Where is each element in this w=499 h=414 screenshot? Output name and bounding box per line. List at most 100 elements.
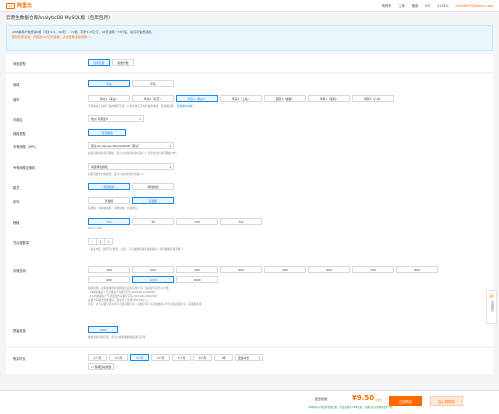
duration-section: 购买时长 1个月 2个月 3个月 4个月 5个月 6个月 1年 更多时长 ▾ ☐… (6, 348, 493, 374)
storage-option-900[interactable]: 900 (88, 276, 130, 283)
region-chengdu-option[interactable]: 西南1（成都） (264, 95, 306, 102)
series-basic-option[interactable]: 基础版 (132, 197, 174, 204)
minus-icon[interactable]: − (89, 239, 96, 244)
storage-option-2000[interactable]: 2000 (176, 276, 218, 283)
region-north-option[interactable]: 华北 (88, 80, 130, 87)
billing-section: 商品类型 包年包月 按量付费 (6, 54, 493, 72)
series-label: 系列 (13, 200, 20, 204)
storage-option-300[interactable]: 300 (176, 266, 218, 273)
series-performance-option[interactable]: 高性能 (88, 197, 130, 204)
vswitch-select[interactable]: 请选择交换机 ▾ (88, 163, 174, 170)
storage-option-600[interactable]: 600 (308, 266, 350, 273)
chevron-down-icon: ▾ (139, 116, 141, 121)
aliyun-logo-icon: (-) (6, 2, 15, 9)
top-bar: (-) 阿里云 购物车 工单 备案 ICP $138% a13586***@al… (0, 0, 499, 12)
duration-4-month[interactable]: 4个月 (151, 354, 170, 361)
region-hint: 不同地域之间的产品内网不互通，订单生效后不支持更换地域，请谨慎选择。 查看我的地… (88, 104, 193, 108)
promo-notice: ADB新用户免费领6核（可扩1.5，10天），72核（可扩1.0元/元，16天试… (6, 25, 493, 51)
region-shanghai-option[interactable]: 华东2（上海） (220, 95, 262, 102)
duration-label: 购买时长 (13, 357, 26, 361)
vswitch-label: 专有网络交换机 (13, 166, 36, 170)
region-hint-text: 不同地域之间的产品内网不互通，订单生效后不支持更换地域，请谨慎选择。 (88, 105, 177, 108)
checkbox-icon: ☐ (91, 364, 94, 369)
chevron-down-icon: ▾ (169, 164, 171, 169)
aliyun-logo[interactable]: (-) 阿里云 (6, 2, 32, 9)
billing-label: 商品类型 (13, 62, 26, 66)
chat-icon: ✉ (489, 294, 494, 300)
top-nav: 购物车 工单 备案 ICP $138% a13586***@aliyun.com (382, 3, 493, 9)
storage-option-800[interactable]: 800 (396, 266, 438, 273)
duration-1-month[interactable]: 1个月 (88, 354, 107, 361)
vpc-hint: 如需创建新的专有网络，您可以前往控制台创建>> 当前仅支持专有网络VPC。 (88, 152, 179, 155)
duration-1-year[interactable]: 1年 (214, 354, 233, 361)
billing-payg-option[interactable]: 按量付费 (112, 59, 134, 66)
spec-label: 规格 (13, 221, 20, 225)
storage-option-100[interactable]: 100 (88, 266, 130, 273)
autorenew-label: 到期自动续费 (94, 364, 112, 369)
autorenew-checkbox[interactable]: ☐ 到期自动续费 (88, 363, 115, 370)
mode-elastic-option[interactable]: 弹性模式 (132, 183, 174, 190)
spec-t52-option[interactable]: T52 (220, 218, 262, 225)
page-title: 云原生数据仓库AnalyticDB MySQL版（包年包月） (6, 16, 113, 21)
mode-reserved-option[interactable]: 预留模式 (88, 183, 130, 190)
backup-option-1000[interactable]: 1000 (88, 326, 118, 333)
notice-line-2[interactable]: 限时优惠活动：开通送100元代金券，点击查看活动详情>> (12, 35, 487, 40)
duration-2-month[interactable]: 2个月 (109, 354, 128, 361)
node-stepper[interactable]: − 1 + (88, 238, 113, 245)
node-value[interactable]: 1 (96, 239, 105, 244)
node-label: 节点组数量 (13, 241, 29, 245)
zone-select[interactable]: 杭州 可用区H ▾ (88, 115, 144, 122)
mode-label: 模式 (13, 186, 20, 190)
advice-label: 咨询建议 (490, 301, 494, 312)
region-hint-link[interactable]: 查看我的地域 (177, 105, 193, 108)
storage-option-400[interactable]: 400 (220, 266, 262, 273)
vswitch-hint: 如需创建新的交换机，您可以前往控制台创建>> (88, 173, 145, 176)
storage-option-700[interactable]: 700 (352, 266, 394, 273)
network-label: 网络类型 (13, 132, 26, 136)
storage-option-200[interactable]: 200 (132, 266, 174, 273)
price-note: ADB体验与测试时免费试用，详情请参考 ADB文档，开通后可以免费享受1个月。 (308, 406, 395, 409)
region-label: 地域 (13, 83, 20, 87)
spec-t8-option[interactable]: T8 (132, 218, 174, 225)
spec-hint: C8N 1.5GB (88, 227, 103, 230)
network-vpc-option[interactable]: 专有网络 (88, 129, 126, 136)
vpc-label: 专有网络（VPC） (13, 145, 39, 149)
billing-subscription-option[interactable]: 包年包月 (88, 59, 110, 66)
storage-label: 存储空间 (13, 269, 26, 273)
advice-float-widget[interactable]: ✉ 咨询建议 (486, 290, 497, 324)
spec-t32-option[interactable]: T32 (88, 218, 130, 225)
duration-more-select[interactable]: 更多时长 ▾ (235, 354, 263, 361)
chevron-down-icon: ▾ (169, 143, 171, 148)
duration-3-month[interactable]: 3个月 (130, 354, 149, 361)
vpc-value: 默认vpc-bp1vpcl6xp3sz9k0t（默认） (91, 143, 142, 148)
duration-6-month[interactable]: 6个月 (193, 354, 212, 361)
cart-link[interactable]: 购物车 (382, 3, 392, 8)
user-account-link[interactable]: a13586***@aliyun.com (455, 4, 493, 8)
balance-link[interactable]: $138% (437, 4, 448, 8)
region-qingdao-option[interactable]: 华北1（青岛） (88, 95, 130, 102)
price-unit: 元/月 (375, 398, 383, 402)
icp-link[interactable]: ICP (425, 4, 430, 8)
plus-icon[interactable]: + (105, 239, 112, 244)
price-value: ¥9.50 (352, 394, 375, 402)
region-east-option[interactable]: 华东 (132, 80, 174, 87)
checkout-bar: 配置费用： ¥9.50 元/月 ADB体验与测试时免费试用，详情请参考 ADB文… (0, 390, 499, 414)
storage-option-1000[interactable]: 1000 (132, 276, 174, 283)
region-guangzhou-option[interactable]: 华南3（广州） (352, 95, 394, 102)
spec-t16-option[interactable]: T16 (176, 218, 218, 225)
storage-option-500[interactable]: 500 (264, 266, 306, 273)
duration-more-value: 更多时长 (238, 355, 250, 360)
region-shenzhen-option[interactable]: 华南1（深圳） (308, 95, 350, 102)
add-to-cart-button[interactable]: 加入购物车 (430, 396, 463, 406)
region-beijing-option[interactable]: 华北2（北京） (132, 95, 174, 102)
filing-link[interactable]: 备案 (412, 3, 418, 8)
zone-label: 可用区 (13, 118, 23, 122)
buy-now-button[interactable]: 立即购买 (389, 396, 422, 406)
city-label: 城市 (13, 98, 20, 102)
region-hangzhou-option[interactable]: 华东1（杭州） (176, 95, 218, 102)
vpc-select[interactable]: 默认vpc-bp1vpcl6xp3sz9k0t（默认） ▾ (88, 142, 174, 149)
backup-label: 预留资源 (13, 329, 26, 333)
duration-5-month[interactable]: 5个月 (172, 354, 191, 361)
node-hint: （最多5组，选择节点数目，注意：节点组数目越多性能越好，请您根据需要选择。） (88, 248, 185, 251)
ticket-link[interactable]: 工单 (398, 3, 404, 8)
